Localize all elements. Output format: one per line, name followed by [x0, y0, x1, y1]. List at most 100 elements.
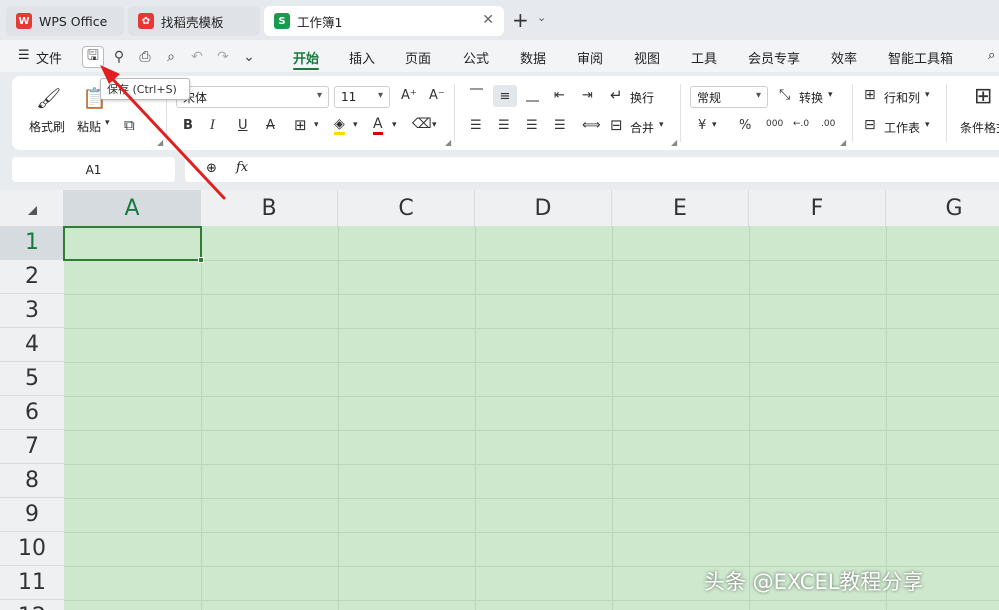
paste-button[interactable]: 粘贴 — [77, 118, 101, 135]
worksheet-button[interactable]: 工作表 — [884, 119, 920, 136]
tab-wps-office[interactable]: W WPS Office — [6, 6, 124, 36]
increase-decimal-button[interactable]: ←.0 — [793, 119, 809, 129]
redo-icon[interactable]: ↷ — [212, 46, 234, 68]
chevron-down-icon[interactable]: ▾ — [925, 90, 930, 100]
spreadsheet-grid[interactable]: ABCDEFG 123456789101112 — [0, 190, 999, 610]
row-col-button[interactable]: 行和列 — [884, 89, 920, 106]
column-header-C[interactable]: C — [338, 190, 475, 226]
font-shrink-icon[interactable]: A⁻ — [429, 88, 445, 103]
row-header-11[interactable]: 11 — [0, 566, 64, 600]
menu-insert[interactable]: 插入 — [349, 48, 375, 67]
chevron-down-icon[interactable]: ▾ — [712, 120, 717, 130]
currency-button[interactable]: ¥ — [698, 118, 706, 133]
clear-format-icon[interactable]: ⌫ — [412, 116, 432, 132]
chevron-down-icon[interactable]: ▾ — [392, 120, 397, 130]
menu-file[interactable]: 文件 — [36, 48, 62, 67]
align-middle-icon[interactable]: ≡ — [493, 85, 517, 107]
chevron-down-icon[interactable]: ▾ — [432, 120, 437, 130]
menu-page[interactable]: 页面 — [405, 48, 431, 67]
merge-button[interactable]: 合并 — [630, 119, 654, 136]
formula-input[interactable] — [185, 157, 999, 182]
decrease-decimal-button[interactable]: .00 — [821, 119, 835, 129]
wrap-text-button[interactable]: 换行 — [630, 89, 654, 106]
chevron-down-icon[interactable]: ▾ — [353, 120, 358, 130]
tab-list-chevron-down-icon[interactable]: ⌄ — [537, 11, 546, 24]
quick-access-chevron-down-icon[interactable]: ⌄ — [238, 46, 260, 68]
chevron-down-icon[interactable]: ▾ — [828, 90, 833, 100]
row-header-12[interactable]: 12 — [0, 600, 64, 610]
print-icon[interactable]: ⎙ — [134, 46, 156, 68]
column-header-A[interactable]: A — [64, 190, 201, 226]
merge-icon[interactable]: ⊟ — [610, 116, 623, 134]
row-header-5[interactable]: 5 — [0, 362, 64, 396]
menu-smart-toolbox[interactable]: 智能工具箱 — [888, 48, 953, 67]
format-painter-icon[interactable]: 🖌 — [36, 86, 61, 110]
menu-data[interactable]: 数据 — [520, 48, 546, 67]
indent-increase-icon[interactable]: ⇥ — [582, 88, 593, 103]
menu-view[interactable]: 视图 — [634, 48, 660, 67]
zoom-icon[interactable]: ⊕ — [206, 161, 217, 176]
fill-color-icon[interactable]: ◈ — [334, 116, 345, 135]
align-left-icon[interactable]: ☰ — [470, 118, 482, 133]
chevron-down-icon[interactable]: ▾ — [659, 120, 664, 130]
row-header-3[interactable]: 3 — [0, 294, 64, 328]
row-header-4[interactable]: 4 — [0, 328, 64, 362]
percent-button[interactable]: % — [739, 118, 751, 133]
save-icon[interactable]: 🖫 — [82, 46, 104, 68]
menu-member[interactable]: 会员专享 — [748, 48, 800, 67]
indent-decrease-icon[interactable]: ⇤ — [554, 88, 565, 103]
column-header-G[interactable]: G — [886, 190, 999, 226]
font-color-icon[interactable]: A — [373, 116, 383, 135]
name-box[interactable]: A1 — [12, 157, 175, 182]
column-header-F[interactable]: F — [749, 190, 886, 226]
strikethrough-button[interactable]: A — [266, 118, 275, 133]
menu-review[interactable]: 审阅 — [577, 48, 603, 67]
row-header-7[interactable]: 7 — [0, 430, 64, 464]
undo-icon[interactable]: ↶ — [186, 46, 208, 68]
font-size-select[interactable]: 11 ▾ — [334, 86, 390, 108]
row-header-9[interactable]: 9 — [0, 498, 64, 532]
close-icon[interactable]: ✕ — [482, 12, 494, 28]
convert-icon[interactable]: ⤡ — [779, 87, 790, 103]
conditional-format-button[interactable]: 条件格式 — [960, 119, 999, 136]
clipboard-expand-icon[interactable]: ◢ — [157, 138, 163, 147]
align-top-icon[interactable]: ⎺ — [470, 88, 483, 103]
justify-icon[interactable]: ☰ — [554, 118, 566, 133]
align-expand-icon[interactable]: ◢ — [671, 138, 677, 147]
fx-icon[interactable]: fx — [236, 160, 248, 175]
column-header-B[interactable]: B — [201, 190, 338, 226]
row-header-2[interactable]: 2 — [0, 260, 64, 294]
row-header-8[interactable]: 8 — [0, 464, 64, 498]
copy-icon[interactable]: ⧉ — [124, 116, 135, 134]
row-header-6[interactable]: 6 — [0, 396, 64, 430]
hamburger-menu-icon[interactable]: ☰ — [18, 48, 30, 63]
font-grow-icon[interactable]: A⁺ — [401, 88, 417, 103]
number-format-select[interactable]: 常规 ▾ — [690, 86, 768, 108]
font-expand-icon[interactable]: ◢ — [445, 138, 451, 147]
fill-handle[interactable] — [198, 257, 204, 263]
tab-daoke-templates[interactable]: ✿ 找稻壳模板 — [128, 6, 260, 36]
chevron-down-icon[interactable]: ▾ — [314, 120, 319, 130]
menu-tools[interactable]: 工具 — [691, 48, 717, 67]
new-tab-plus-icon[interactable]: + — [512, 8, 529, 32]
row-header-1[interactable]: 1 — [0, 226, 64, 260]
menu-home[interactable]: 开始 — [293, 48, 319, 67]
border-icon[interactable]: ⊞ — [294, 116, 307, 134]
row-header-10[interactable]: 10 — [0, 532, 64, 566]
column-header-D[interactable]: D — [475, 190, 612, 226]
column-header-E[interactable]: E — [612, 190, 749, 226]
worksheet-icon[interactable]: ⊟ — [864, 117, 876, 133]
bold-button[interactable]: B — [183, 118, 193, 133]
active-cell-A1[interactable] — [63, 226, 204, 263]
export-icon[interactable]: ⚲ — [108, 46, 130, 68]
chevron-down-icon[interactable]: ▾ — [925, 120, 930, 130]
number-expand-icon[interactable]: ◢ — [840, 138, 846, 147]
menu-efficiency[interactable]: 效率 — [831, 48, 857, 67]
conditional-format-icon[interactable]: ⊞ — [974, 84, 992, 109]
thousands-button[interactable]: 000 — [766, 119, 783, 129]
format-painter-button[interactable]: 格式刷 — [29, 118, 65, 135]
tab-workbook[interactable]: S 工作簿1 ✕ — [264, 6, 504, 36]
italic-button[interactable]: I — [210, 118, 215, 133]
underline-button[interactable]: U — [238, 118, 248, 133]
print-preview-icon[interactable]: ⌕ — [160, 46, 182, 68]
